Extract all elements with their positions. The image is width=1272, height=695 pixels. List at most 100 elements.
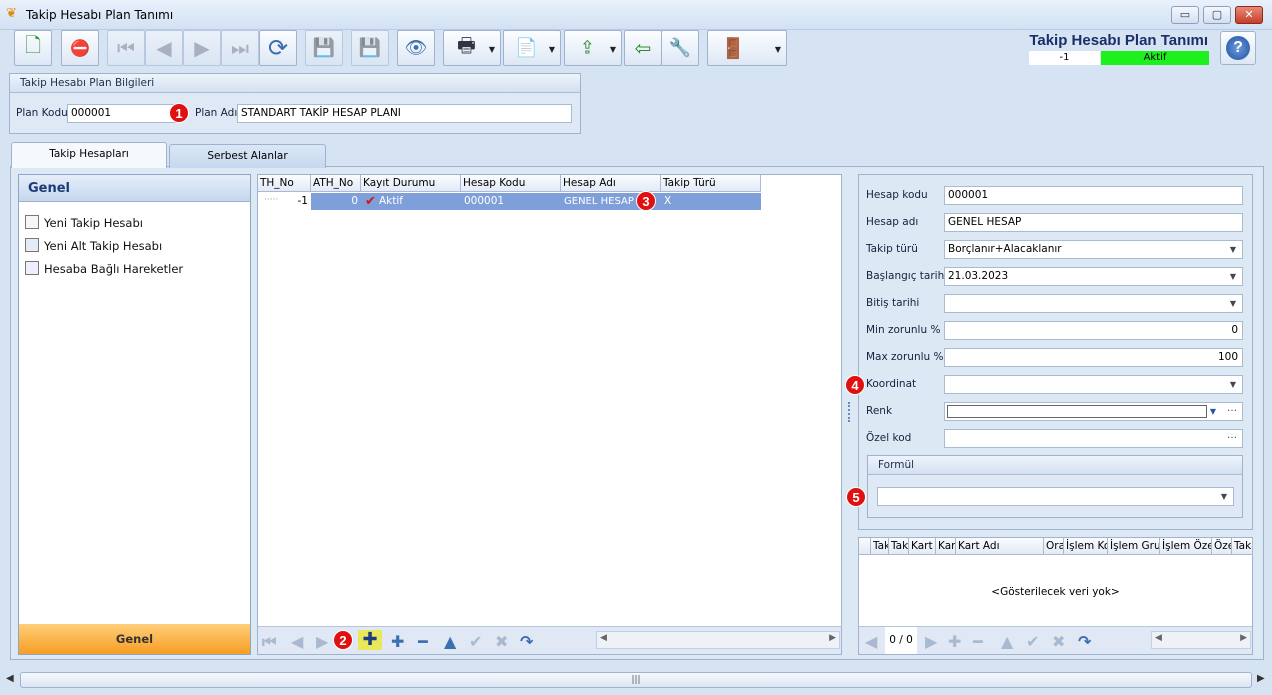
field-label-color: Renk (866, 405, 893, 417)
move-up-icon[interactable]: ▲ (1001, 632, 1013, 651)
close-button[interactable]: ✕ (1235, 6, 1263, 24)
minimize-button[interactable]: ▭ (1171, 6, 1199, 24)
last-record-button[interactable]: ⏭ (221, 30, 259, 66)
prev-icon[interactable]: ◀ (291, 632, 303, 651)
tools-button[interactable]: 🔧 (661, 30, 699, 66)
column-header[interactable]: Hesap Adı (561, 175, 661, 192)
form-title: Takip Hesabı Plan Tanımı (1029, 32, 1208, 49)
grid-horizontal-scrollbar[interactable]: ◀ ▶ (596, 631, 840, 649)
plan-name-field[interactable]: STANDART TAKİP HESAP PLANI (237, 104, 572, 123)
nav-footer-genel[interactable]: Genel (19, 624, 250, 654)
column-header[interactable]: Kart (909, 538, 936, 555)
help-icon: ? (1226, 36, 1250, 60)
remove-icon[interactable]: ━ (973, 632, 983, 651)
sub-account-icon (25, 238, 39, 252)
confirm-icon[interactable]: ✔ (1026, 632, 1039, 651)
column-header[interactable]: Ora (1044, 538, 1064, 555)
coordinate-select[interactable]: ▼ (944, 375, 1243, 394)
splitter-handle[interactable] (848, 402, 851, 422)
save-and-close-button[interactable]: 💾 (351, 30, 389, 66)
refresh-icon[interactable]: ↷ (1078, 632, 1091, 651)
preview-button[interactable]: 👁 (397, 30, 435, 66)
refresh-icon[interactable]: ↷ (520, 632, 533, 651)
column-header[interactable]: Kar (936, 538, 956, 555)
previous-record-button[interactable]: ◀ (145, 30, 183, 66)
column-header[interactable]: Tak (871, 538, 889, 555)
add-icon[interactable]: ✚ (358, 630, 382, 650)
help-button[interactable]: ? (1220, 31, 1256, 65)
min-required-field[interactable]: 0 (944, 321, 1243, 340)
next-record-button[interactable]: ▶ (183, 30, 221, 66)
save-close-icon: 💾 (358, 37, 382, 59)
new-button[interactable]: 🗋 (14, 30, 52, 66)
move-up-icon[interactable]: ▲ (444, 632, 456, 651)
column-header[interactable]: Kayıt Durumu (361, 175, 461, 192)
pdf-button[interactable]: 📄 ▼ (503, 30, 561, 66)
tab-takip-hesaplari[interactable]: Takip Hesapları (11, 142, 167, 168)
next-icon[interactable]: ▶ (316, 632, 328, 651)
color-swatch (947, 405, 1207, 418)
first-icon[interactable]: ⏮ (262, 632, 276, 652)
nav-item-label: Yeni Takip Hesabı (44, 216, 143, 230)
cell-th-no: -1 (297, 195, 308, 207)
mini-grid-horizontal-scrollbar[interactable]: ◀ ▶ (1151, 631, 1251, 649)
annotation-badge-5: 5 (846, 487, 866, 507)
import-button[interactable]: ⇦ (624, 30, 662, 66)
chevron-down-icon: ▼ (1229, 299, 1236, 308)
refresh-button[interactable]: ⟳ (259, 30, 297, 66)
scroll-thumb-grip-icon: ||| (631, 675, 641, 685)
maximize-button[interactable]: ▢ (1203, 6, 1231, 24)
scroll-left-icon[interactable]: ◀ (6, 673, 14, 684)
cancel-icon[interactable]: ✖ (495, 632, 508, 651)
end-date-picker[interactable]: ▼ (944, 294, 1243, 313)
account-code-field[interactable]: 000001 (944, 186, 1243, 205)
account-name-field[interactable]: GENEL HESAP (944, 213, 1243, 232)
confirm-icon[interactable]: ✔ (469, 632, 482, 651)
window-horizontal-scrollbar[interactable]: ||| (20, 672, 1252, 688)
column-header[interactable]: İşlem Ko (1064, 538, 1108, 555)
remove-icon[interactable]: ━ (418, 632, 428, 651)
column-header[interactable]: Tak (889, 538, 909, 555)
nav-item-linked-transactions[interactable]: Hesaba Bağlı Hareketler (25, 261, 183, 276)
tab-serbest-alanlar[interactable]: Serbest Alanlar (169, 144, 326, 168)
cell-tracking-type: X (664, 195, 672, 207)
next-icon[interactable]: ▶ (925, 632, 937, 651)
add-child-icon[interactable]: ✚ (948, 632, 961, 651)
column-header[interactable]: Hesap Kodu (461, 175, 561, 192)
start-date-picker[interactable]: 21.03.2023 ▼ (944, 267, 1243, 286)
cancel-icon[interactable]: ✖ (1052, 632, 1065, 651)
column-header[interactable]: ATH_No (311, 175, 361, 192)
color-picker[interactable]: ▼ … (944, 402, 1243, 421)
column-header[interactable]: İşlem Gru (1108, 538, 1160, 555)
save-button[interactable]: 💾 (305, 30, 343, 66)
export-icon: ⇪ (579, 37, 595, 59)
plan-code-field[interactable]: 000001 (67, 104, 177, 123)
field-label-coordinate: Koordinat (866, 378, 917, 390)
prev-icon[interactable]: ◀ (865, 632, 877, 651)
special-code-field[interactable]: … (944, 429, 1243, 448)
delete-button[interactable]: ⛔ (61, 30, 99, 66)
pdf-icon: 📄 (515, 37, 538, 59)
column-header[interactable]: Kart Adı (956, 538, 1044, 555)
nav-item-new-account[interactable]: Yeni Takip Hesabı (25, 215, 143, 230)
max-required-field[interactable]: 100 (944, 348, 1243, 367)
mini-grid-navigator: ◀ 0 / 0 ▶ ✚ ━ ▲ ✔ ✖ ↷ ◀ ▶ (859, 626, 1252, 654)
column-header[interactable]: Öze (1212, 538, 1232, 555)
scroll-right-icon[interactable]: ▶ (1257, 673, 1265, 684)
exit-button[interactable]: 🚪 ▼ (707, 30, 787, 66)
nav-item-new-sub-account[interactable]: Yeni Alt Takip Hesabı (25, 238, 162, 253)
tracking-type-select[interactable]: Borçlanır+Alacaklanır ▼ (944, 240, 1243, 259)
add-child-icon[interactable]: ✚ (391, 632, 404, 651)
annotation-badge-1: 1 (169, 103, 189, 123)
column-header[interactable]: Tak (1232, 538, 1253, 555)
last-icon: ⏭ (231, 36, 249, 60)
field-label-account-code: Hesap kodu (866, 189, 928, 201)
first-record-button[interactable]: ⏮ (107, 30, 145, 66)
column-header[interactable]: İşlem Öze (1160, 538, 1212, 555)
export-button[interactable]: ⇪ ▼ (564, 30, 622, 66)
formula-select[interactable]: ▼ (877, 487, 1234, 506)
column-header[interactable]: TH_No (258, 175, 311, 192)
nav-header: Genel (19, 175, 250, 202)
print-button[interactable]: 🖶 ▼ (443, 30, 501, 66)
column-header[interactable]: Takip Türü (661, 175, 761, 192)
